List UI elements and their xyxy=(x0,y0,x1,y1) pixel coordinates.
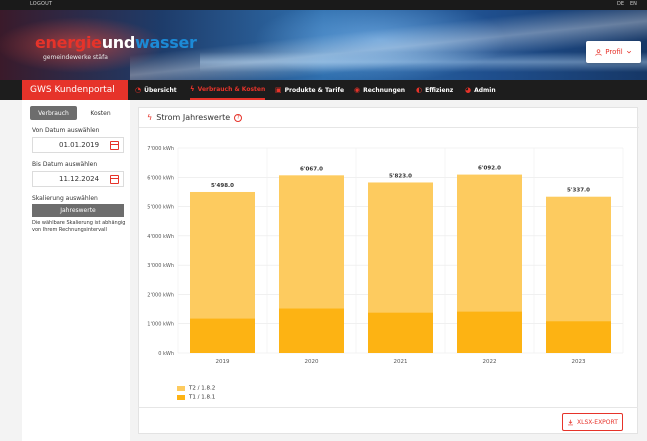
profile-label: Profil xyxy=(605,48,623,56)
legend-item-t1[interactable]: T1 / 1.8.1 xyxy=(177,387,215,406)
bolt-icon: ϟ xyxy=(147,113,153,122)
nav-label: Verbrauch & Kosten xyxy=(197,85,266,93)
bar-t2[interactable] xyxy=(368,182,433,313)
x-tick-label: 2022 xyxy=(483,359,497,365)
x-tick-label: 2019 xyxy=(216,359,230,365)
nav-label: Produkte & Tarife xyxy=(284,86,345,94)
bar-t2[interactable] xyxy=(546,196,611,322)
export-label: XLSX-EXPORT xyxy=(577,418,618,426)
bar-t2[interactable] xyxy=(190,191,255,319)
chevron-down-icon xyxy=(626,50,631,54)
y-tick-label: 3'000 kWh xyxy=(147,263,174,269)
logout-link[interactable]: LOGOUT xyxy=(30,1,52,7)
y-tick-label: 6'000 kWh xyxy=(147,175,174,181)
toggle-verbrauch[interactable]: Verbrauch xyxy=(30,106,77,120)
top-bar: LOGOUT DE EN xyxy=(0,0,647,10)
x-tick-label: 2021 xyxy=(394,359,408,365)
nav-produkte-tarife[interactable]: ▣ Produkte & Tarife xyxy=(275,80,344,100)
company-logo[interactable]: energieundwasser xyxy=(35,33,197,52)
bar-total-label: 5'498.0 xyxy=(211,183,234,189)
scale-select[interactable]: Jahreswerte xyxy=(32,204,124,217)
to-date-field[interactable]: 11.12.2024 xyxy=(32,171,124,187)
x-tick-label: 2023 xyxy=(572,359,586,365)
bill-icon: ◉ xyxy=(354,86,361,94)
legend-label-t1: T1 / 1.8.1 xyxy=(189,394,216,401)
nav-label: Rechnungen xyxy=(363,86,406,94)
box-icon: ▣ xyxy=(275,86,282,94)
y-tick-label: 5'000 kWh xyxy=(147,205,174,211)
banner-wave xyxy=(200,52,647,72)
card-header: ϟ Strom Jahreswerte ? xyxy=(139,108,639,128)
calendar-icon[interactable] xyxy=(110,141,119,150)
nav-rechnungen[interactable]: ◉ Rechnungen xyxy=(354,80,405,100)
download-icon xyxy=(568,419,573,425)
language-de[interactable]: DE xyxy=(617,1,624,7)
to-date-value: 11.12.2024 xyxy=(59,175,100,183)
y-tick-label: 0 kWh xyxy=(158,351,174,357)
help-icon[interactable]: ? xyxy=(234,113,243,122)
from-date-value: 01.01.2019 xyxy=(59,141,100,149)
bar-t2[interactable] xyxy=(279,175,344,309)
bar-t1[interactable] xyxy=(368,312,433,353)
consumption-chart: 0 kWh 1'000 kWh 2'000 kWh 3'000 kWh 4'000 kW… xyxy=(147,146,624,365)
nav-label: Übersicht xyxy=(144,86,177,94)
card-title: Strom Jahreswerte xyxy=(156,113,231,122)
y-tick-label: 7'000 kWh xyxy=(147,146,174,152)
card-footer-divider xyxy=(138,407,638,408)
calendar-icon[interactable] xyxy=(110,175,119,184)
y-tick-label: 1'000 kWh xyxy=(147,322,174,328)
nav-uebersicht[interactable]: ◔ Übersicht xyxy=(135,80,177,100)
nav-verbrauch-kosten[interactable]: ϟ Verbrauch & Kosten xyxy=(190,80,266,100)
from-date-field[interactable]: 01.01.2019 xyxy=(32,137,124,153)
logo-text-energie: energie xyxy=(35,33,102,52)
scale-note: Die wählbare Skalierung ist abhängig von… xyxy=(32,220,126,233)
portal-title[interactable]: GWS Kundenportal xyxy=(22,80,128,100)
x-tick-label: 2020 xyxy=(305,359,319,365)
y-tick-label: 2'000 kWh xyxy=(147,292,174,298)
nav-label: Effizienz xyxy=(425,86,454,94)
leaf-icon: ◐ xyxy=(416,86,423,94)
bar-t2[interactable] xyxy=(457,174,522,312)
scale-label: Skalierung auswählen xyxy=(32,195,98,202)
from-date-label: Von Datum auswählen xyxy=(32,127,100,134)
user-icon xyxy=(595,48,602,56)
xlsx-export-button[interactable]: XLSX-EXPORT xyxy=(562,413,623,431)
bolt-icon: ϟ xyxy=(190,85,195,93)
bar-t1[interactable] xyxy=(457,311,522,353)
logo-text-wasser: wasser xyxy=(135,33,197,52)
toggle-kosten[interactable]: Kosten xyxy=(77,106,124,120)
logo-text-und: und xyxy=(101,33,136,52)
bar-t1[interactable] xyxy=(546,321,611,353)
bar-total-label: 6'092.0 xyxy=(478,166,501,172)
nav-label: Admin xyxy=(474,86,496,94)
verbrauch-kosten-toggle: Verbrauch Kosten xyxy=(30,106,124,120)
bar-total-label: 6'067.0 xyxy=(300,166,323,172)
bar-total-label: 5'337.0 xyxy=(567,188,590,194)
nav-effizienz[interactable]: ◐ Effizienz xyxy=(416,80,453,100)
bar-t1[interactable] xyxy=(279,308,344,353)
user-icon: ◕ xyxy=(465,86,472,94)
bar-total-label: 5'823.0 xyxy=(389,173,412,179)
profile-button[interactable]: Profil xyxy=(586,41,641,63)
logo-subtitle: gemeindewerke stäfa xyxy=(43,54,108,61)
gauge-icon: ◔ xyxy=(135,86,142,94)
to-date-label: Bis Datum auswählen xyxy=(32,161,98,168)
legend-swatch-t1 xyxy=(177,395,185,400)
bar-t1[interactable] xyxy=(190,318,255,353)
y-tick-label: 4'000 kWh xyxy=(147,234,174,240)
language-en[interactable]: EN xyxy=(630,1,637,7)
nav-admin[interactable]: ◕ Admin xyxy=(465,80,496,100)
